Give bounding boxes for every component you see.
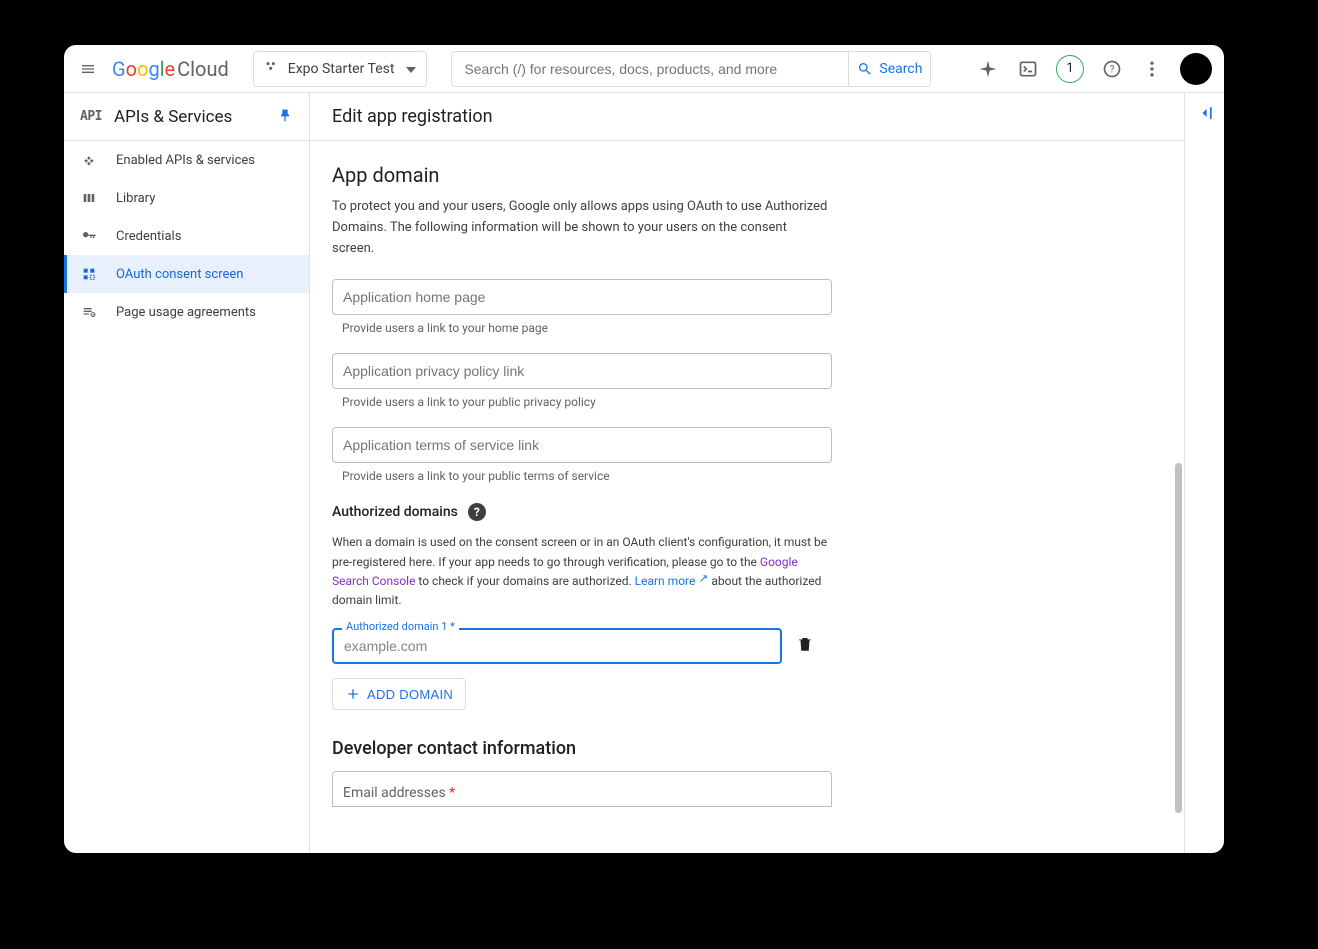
svg-text:?: ? bbox=[1110, 64, 1115, 75]
library-icon bbox=[80, 189, 98, 207]
main-body: Edit app registration App domain To prot… bbox=[310, 93, 1184, 853]
privacy-helper: Provide users a link to your public priv… bbox=[342, 395, 1158, 409]
email-field: Email addresses * bbox=[332, 771, 832, 807]
search-input[interactable] bbox=[452, 52, 848, 86]
developer-contact-heading: Developer contact information bbox=[332, 738, 1162, 759]
more-menu-icon[interactable] bbox=[1140, 57, 1164, 81]
tos-helper: Provide users a link to your public term… bbox=[342, 469, 1158, 483]
page-title: Edit app registration bbox=[310, 93, 1184, 141]
add-domain-button[interactable]: ADD DOMAIN bbox=[332, 678, 466, 710]
side-nav: API APIs & Services Enabled APIs & servi… bbox=[64, 93, 310, 853]
search-bar: Search bbox=[451, 51, 931, 87]
cloud-shell-icon[interactable] bbox=[1016, 57, 1040, 81]
tos-field bbox=[332, 427, 832, 463]
sidebar-item-enabled-apis[interactable]: Enabled APIs & services bbox=[64, 141, 309, 179]
scrollbar-thumb[interactable] bbox=[1175, 463, 1182, 813]
project-icon bbox=[264, 59, 280, 79]
nav-menu-button[interactable] bbox=[76, 57, 100, 81]
sidebar-item-credentials[interactable]: Credentials bbox=[64, 217, 309, 255]
delete-domain-button[interactable] bbox=[796, 635, 814, 657]
help-tooltip-icon[interactable]: ? bbox=[468, 503, 486, 521]
chevron-left-bar-icon bbox=[1195, 103, 1215, 123]
sidebar-title: APIs & Services bbox=[114, 107, 265, 127]
diamond-icon bbox=[80, 151, 98, 169]
authorized-domain-label: Authorized domain 1 * bbox=[342, 620, 459, 633]
content-area: API APIs & Services Enabled APIs & servi… bbox=[64, 93, 1224, 853]
email-input-wrapper[interactable]: Email addresses * bbox=[332, 771, 832, 807]
badge-count: 1 bbox=[1066, 61, 1073, 76]
authorized-domains-desc: When a domain is used on the consent scr… bbox=[332, 533, 832, 610]
sidebar-item-oauth-consent[interactable]: OAuth consent screen bbox=[64, 255, 309, 293]
agreement-icon bbox=[80, 303, 98, 321]
home-page-input[interactable] bbox=[332, 279, 832, 315]
consent-icon bbox=[80, 265, 98, 283]
learn-more-link[interactable]: Learn more bbox=[635, 574, 709, 588]
authorized-domain-input[interactable] bbox=[332, 628, 782, 664]
project-name-label: Expo Starter Test bbox=[288, 61, 395, 77]
chevron-down-icon bbox=[406, 61, 416, 77]
form-area: App domain To protect you and your users… bbox=[310, 141, 1184, 829]
sidebar-item-label: Enabled APIs & services bbox=[116, 153, 255, 168]
home-page-helper: Provide users a link to your home page bbox=[342, 321, 1158, 335]
header-actions: 1 ? bbox=[976, 53, 1212, 85]
search-button-label: Search bbox=[879, 61, 922, 77]
sidebar-item-label: Page usage agreements bbox=[116, 305, 256, 320]
account-avatar[interactable] bbox=[1180, 53, 1212, 85]
project-selector[interactable]: Expo Starter Test bbox=[253, 51, 428, 87]
api-icon: API bbox=[80, 109, 102, 124]
privacy-field bbox=[332, 353, 832, 389]
gemini-icon[interactable] bbox=[976, 57, 1000, 81]
home-page-field bbox=[332, 279, 832, 315]
sidebar-item-label: Library bbox=[116, 191, 155, 206]
sidebar-item-label: OAuth consent screen bbox=[116, 267, 243, 282]
help-icon[interactable]: ? bbox=[1100, 57, 1124, 81]
sidebar-header: API APIs & Services bbox=[64, 93, 309, 141]
right-panel-strip bbox=[1184, 93, 1224, 853]
sidebar-item-page-usage[interactable]: Page usage agreements bbox=[64, 293, 309, 331]
tos-input[interactable] bbox=[332, 427, 832, 463]
plus-icon bbox=[345, 686, 361, 702]
collapse-panel-button[interactable] bbox=[1195, 103, 1215, 853]
search-button[interactable]: Search bbox=[848, 52, 930, 86]
sidebar-item-library[interactable]: Library bbox=[64, 179, 309, 217]
global-header: GoogleCloud Expo Starter Test Search 1 ? bbox=[64, 45, 1224, 93]
app-domain-desc: To protect you and your users, Google on… bbox=[332, 197, 832, 259]
trash-icon bbox=[796, 635, 814, 653]
external-link-icon bbox=[697, 572, 708, 591]
authorized-domain-row: Authorized domain 1 * bbox=[332, 628, 832, 664]
sidebar-item-label: Credentials bbox=[116, 229, 181, 244]
search-icon bbox=[857, 61, 873, 77]
app-window: GoogleCloud Expo Starter Test Search 1 ? bbox=[64, 45, 1224, 853]
logo-suffix: Cloud bbox=[177, 57, 229, 81]
privacy-input[interactable] bbox=[332, 353, 832, 389]
google-cloud-logo[interactable]: GoogleCloud bbox=[112, 57, 229, 81]
hamburger-icon bbox=[80, 59, 96, 79]
app-domain-heading: App domain bbox=[332, 163, 1162, 187]
authorized-domains-heading: Authorized domains ? bbox=[332, 503, 1162, 521]
email-label: Email addresses * bbox=[343, 785, 455, 801]
notifications-badge[interactable]: 1 bbox=[1056, 55, 1084, 83]
pin-icon[interactable] bbox=[277, 107, 293, 127]
key-icon bbox=[80, 227, 98, 245]
main-panel: Edit app registration App domain To prot… bbox=[310, 93, 1224, 853]
add-domain-label: ADD DOMAIN bbox=[367, 687, 453, 702]
